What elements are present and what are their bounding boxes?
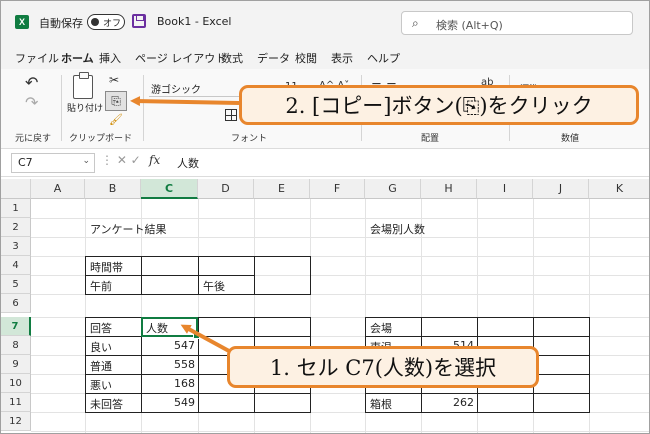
tab-data[interactable]: データ xyxy=(257,50,290,66)
row-header[interactable]: 5 xyxy=(1,275,31,294)
search-icon: ⌕ xyxy=(412,16,419,30)
column-header[interactable]: I xyxy=(477,179,533,199)
select-all-corner[interactable] xyxy=(1,179,31,199)
format-painter-icon[interactable]: 🖌 xyxy=(109,113,123,126)
column-header[interactable]: F xyxy=(310,179,365,199)
row-header[interactable]: 6 xyxy=(1,294,31,313)
row-header[interactable]: 12 xyxy=(1,412,31,431)
save-icon[interactable] xyxy=(132,14,146,28)
tab-help[interactable]: ヘルプ xyxy=(367,50,400,66)
autosave-toggle[interactable]: オフ xyxy=(87,14,125,30)
table-cell-border xyxy=(141,256,199,276)
border-icon[interactable] xyxy=(225,109,237,121)
chevron-down-icon[interactable]: ⌄ xyxy=(82,156,90,166)
group-label-clipboard: クリップボード xyxy=(69,134,133,144)
excel-logo-icon: X xyxy=(15,15,29,29)
select-instruction-text: 1. セル C7(人数)を選択 xyxy=(269,356,497,380)
tab-file[interactable]: ファイル xyxy=(15,50,59,66)
tab-formulas[interactable]: 数式 xyxy=(221,50,243,66)
column-header[interactable]: H xyxy=(421,179,477,199)
column-header[interactable]: E xyxy=(254,179,310,199)
cut-icon[interactable]: ✂ xyxy=(109,73,119,87)
row-header[interactable]: 9 xyxy=(1,355,31,374)
cell-B7[interactable]: 回答 xyxy=(87,318,141,337)
search-input[interactable]: ⌕ 検索 (Alt+Q) xyxy=(401,11,633,35)
cancel-confirm-icons[interactable]: ⋮ ✕ ✓ xyxy=(101,153,141,167)
title-bar: X 自動保存 オフ Book1 - Excel ⌕ 検索 (Alt+Q) xyxy=(1,1,649,43)
name-box[interactable]: C7 ⌄ xyxy=(11,153,95,173)
tab-home[interactable]: ホーム xyxy=(61,50,94,71)
cell-C10[interactable]: 168 xyxy=(141,375,198,394)
row-header[interactable]: 8 xyxy=(1,336,31,355)
redo-icon[interactable]: ↷ xyxy=(25,93,38,112)
undo-icon[interactable]: ↶ xyxy=(25,73,38,92)
cell-C8[interactable]: 547 xyxy=(141,337,198,356)
column-header[interactable]: A xyxy=(31,179,85,199)
group-label-font: フォント xyxy=(231,134,268,144)
cell-B9[interactable]: 普通 xyxy=(87,356,141,375)
row-header[interactable]: 2 xyxy=(1,218,31,237)
row-header[interactable]: 4 xyxy=(1,256,31,275)
group-divider xyxy=(143,75,144,141)
copy-icon: ⎘ xyxy=(111,93,121,108)
cell-C11[interactable]: 549 xyxy=(141,394,198,413)
active-cell-indicator xyxy=(141,317,200,339)
search-placeholder: 検索 (Alt+Q) xyxy=(436,19,503,32)
group-label-number: 数値 xyxy=(561,134,580,144)
autosave-label: 自動保存 xyxy=(39,17,83,30)
table-cell-border xyxy=(198,256,255,276)
autosave-state: オフ xyxy=(103,19,122,29)
toggle-knob xyxy=(91,18,99,26)
worksheet-grid[interactable]: A B C D E F G H I J K 1 2 3 4 5 6 7 8 9 … xyxy=(1,179,649,433)
cell-B8[interactable]: 良い xyxy=(87,337,141,356)
cell-G2[interactable]: 会場別人数 xyxy=(367,219,477,238)
cell-B10[interactable]: 悪い xyxy=(87,375,141,394)
ribbon-tabs: ファイル ホーム 挿入 ページ レイアウト 数式 データ 校閲 表示 ヘルプ xyxy=(1,43,649,71)
copy-button[interactable]: ⎘ xyxy=(105,91,127,111)
group-label-alignment: 配置 xyxy=(421,134,440,144)
cell-G7[interactable]: 会場 xyxy=(367,318,421,337)
cell-B4[interactable]: 時間帯 xyxy=(87,257,141,276)
tab-insert[interactable]: 挿入 xyxy=(99,50,121,66)
cell-B11[interactable]: 未回答 xyxy=(87,394,141,413)
row-header[interactable]: 10 xyxy=(1,374,31,393)
cell-G11[interactable]: 箱根 xyxy=(367,394,421,413)
column-header[interactable]: B xyxy=(85,179,141,199)
column-header[interactable]: K xyxy=(589,179,649,199)
table-cell-border xyxy=(141,275,199,295)
gridline xyxy=(31,431,649,432)
row-header-selected[interactable]: 7 xyxy=(1,317,31,336)
cell-C9[interactable]: 558 xyxy=(141,356,198,375)
select-instruction-callout: 1. セル C7(人数)を選択 xyxy=(227,346,539,388)
copy-instruction-callout: 2. [コピー]ボタン(⎘)をクリック xyxy=(239,85,639,125)
name-box-value: C7 xyxy=(18,156,33,169)
group-label-undo: 元に戻す xyxy=(15,134,52,144)
paste-label[interactable]: 貼り付け xyxy=(67,101,103,114)
formula-bar: C7 ⌄ ⋮ ✕ ✓ fx 人数 xyxy=(1,149,649,177)
row-header[interactable]: 11 xyxy=(1,393,31,412)
paste-icon[interactable] xyxy=(73,72,93,99)
copy-instruction-text: 2. [コピー]ボタン(⎘)をクリック xyxy=(285,94,593,118)
tab-review[interactable]: 校閲 xyxy=(295,50,317,66)
cell-D5[interactable]: 午後 xyxy=(200,276,254,295)
tab-page-layout[interactable]: ページ レイアウト xyxy=(135,50,226,66)
excel-window: X 自動保存 オフ Book1 - Excel ⌕ 検索 (Alt+Q) ファイ… xyxy=(0,0,650,434)
formula-input[interactable]: 人数 xyxy=(177,155,199,171)
column-header-selected[interactable]: C xyxy=(141,179,198,199)
column-header[interactable]: D xyxy=(198,179,254,199)
column-header[interactable]: G xyxy=(365,179,421,199)
cell-B2[interactable]: アンケート結果 xyxy=(87,219,207,238)
tab-view[interactable]: 表示 xyxy=(331,50,353,66)
group-divider xyxy=(61,75,62,141)
cell-H11[interactable]: 262 xyxy=(421,394,477,413)
function-icon[interactable]: fx xyxy=(149,153,160,167)
row-header[interactable]: 3 xyxy=(1,237,31,256)
cell-B5[interactable]: 午前 xyxy=(87,276,141,295)
column-header[interactable]: J xyxy=(533,179,589,199)
document-title: Book1 - Excel xyxy=(157,15,232,28)
row-header[interactable]: 1 xyxy=(1,199,31,218)
